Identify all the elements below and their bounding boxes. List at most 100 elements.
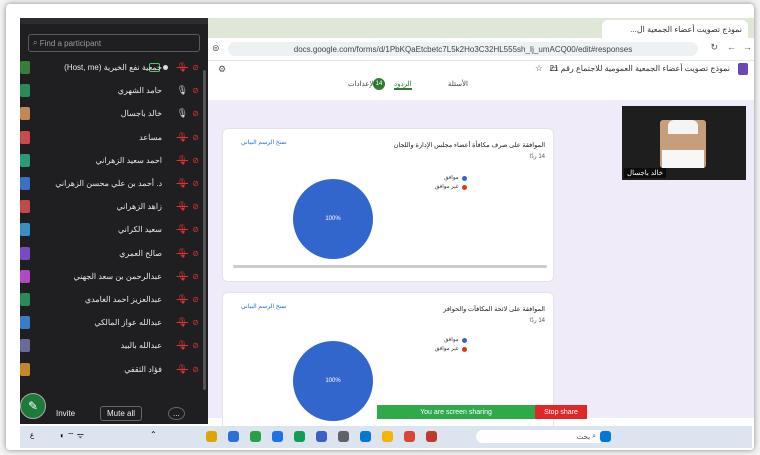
tab-responses[interactable]: الردود <box>394 80 412 90</box>
legend-dot <box>461 175 467 181</box>
folder-icon[interactable] <box>382 431 393 442</box>
card-scrollbar[interactable] <box>233 265 547 268</box>
site-info-icon[interactable]: ⊜ <box>212 43 220 54</box>
camera-off-icon[interactable]: ⊘ <box>192 341 199 350</box>
participant-row[interactable]: زاهد الزهراني 🎙 ⊘ <box>20 195 208 218</box>
mic-muted-icon[interactable]: 🎙 <box>177 364 188 375</box>
back-arrow-icon[interactable]: ← <box>727 42 736 52</box>
annotate-pencil-icon[interactable]: ✎ <box>20 393 46 419</box>
share-status-text: You are screen sharing <box>420 408 492 416</box>
app-icon[interactable] <box>272 431 283 442</box>
camera-off-icon[interactable]: ⊘ <box>192 272 199 281</box>
mic-muted-icon[interactable]: 🎙 <box>177 224 188 235</box>
camera-off-icon[interactable]: ⊘ <box>192 295 199 304</box>
chrome-icon[interactable] <box>404 431 415 442</box>
star-icon[interactable]: ☆ <box>535 63 543 74</box>
legend-label: موافق <box>444 337 459 343</box>
mic-muted-icon[interactable]: 🎙 <box>177 248 188 259</box>
taskbar: ع ◐ ⌔ ᯤ ⌃ بحث ⌕ <box>20 426 752 448</box>
mic-muted-icon[interactable]: 🎙 <box>177 340 188 351</box>
app-icon[interactable] <box>360 431 371 442</box>
mic-muted-icon[interactable]: 🎙 <box>177 132 188 143</box>
settings-gear-icon[interactable]: ⚙ <box>218 64 226 75</box>
mic-muted-icon[interactable]: 🎙 <box>177 271 188 282</box>
tab-questions[interactable]: الأسئلة <box>448 80 468 88</box>
camera-off-icon[interactable]: ⊘ <box>192 179 199 188</box>
form-header: ⚙ نموذج تصويت أعضاء الجمعية العمومية للا… <box>208 61 754 79</box>
app-icon[interactable] <box>426 431 437 442</box>
copy-chart-button[interactable]: نسخ الرسم البياني <box>241 303 287 310</box>
participant-row[interactable]: فؤاد الثقفي 🎙 ⊘ <box>20 357 208 380</box>
url-field[interactable]: docs.google.com/forms/d/1PbKQaEtcbetc7L5… <box>228 42 698 56</box>
participant-search-input[interactable]: ⌕ Find a participant <box>28 34 200 52</box>
reload-icon[interactable]: ↻ <box>710 42 718 53</box>
mic-muted-icon[interactable]: 🎙 <box>177 294 188 305</box>
response-count: 14 ردًا <box>529 318 545 324</box>
mic-muted-icon[interactable]: 🎙 <box>177 62 188 73</box>
windows-start-icon[interactable] <box>600 431 611 442</box>
mic-muted-icon[interactable]: 🎙 <box>177 317 188 328</box>
tab-settings[interactable]: الإعدادات <box>348 80 375 88</box>
camera-off-icon[interactable]: ⊘ <box>192 249 199 258</box>
camera-off-icon[interactable]: ⊘ <box>192 109 199 118</box>
camera-off-icon[interactable]: ⊘ <box>192 365 199 374</box>
participant-row[interactable]: سعيد الكراني 🎙 ⊘ <box>20 218 208 241</box>
settings-icon[interactable] <box>338 431 349 442</box>
participant-row[interactable]: عبدالله بالبيد 🎙 ⊘ <box>20 334 208 357</box>
camera-off-icon[interactable]: ⊘ <box>192 202 199 211</box>
participant-row[interactable]: د. أحمد بن علي محسن الزهراني 🎙 ⊘ <box>20 172 208 195</box>
copy-chart-button[interactable]: نسخ الرسم البياني <box>241 139 287 146</box>
participant-scrollbar[interactable] <box>203 70 206 390</box>
participant-video <box>660 120 706 168</box>
mute-all-button[interactable]: Mute all <box>100 405 143 421</box>
camera-off-icon[interactable]: ⊘ <box>192 318 199 327</box>
language-indicator[interactable]: ع <box>30 431 34 439</box>
video-thumbnail[interactable]: خالد باجسال <box>622 106 746 180</box>
address-bar: ⊜ docs.google.com/forms/d/1PbKQaEtcbetc7… <box>208 38 754 61</box>
avatar <box>20 223 30 237</box>
camera-off-icon[interactable]: ⊘ <box>192 63 199 72</box>
search-placeholder: Find a participant <box>39 38 102 48</box>
participant-name: د. أحمد بن علي محسن الزهراني <box>55 179 162 189</box>
participant-row[interactable]: عبدالرحمن بن سعد الجهني 🎙 ⊘ <box>20 265 208 288</box>
app-icon[interactable] <box>206 431 217 442</box>
app-icon[interactable] <box>316 431 327 442</box>
mic-icon[interactable]: 🎙 <box>177 108 188 119</box>
camera-off-icon[interactable]: ⊘ <box>192 156 199 165</box>
mic-muted-icon[interactable]: 🎙 <box>177 155 188 166</box>
participant-name: عبدالله بالبيد <box>120 341 162 351</box>
participant-row[interactable]: عبدالعزيز احمد الغامدي 🎙 ⊘ <box>20 288 208 311</box>
forward-arrow-icon[interactable]: → <box>743 42 752 52</box>
mic-muted-icon[interactable]: 🎙 <box>177 201 188 212</box>
participant-row[interactable]: حامد الشهري 🎙 ⊘ <box>20 79 208 102</box>
app-icon[interactable] <box>294 431 305 442</box>
legend-item-no: غير موافق <box>435 184 467 190</box>
mic-muted-icon[interactable]: 🎙 <box>177 178 188 189</box>
participant-row[interactable]: صالح العمري 🎙 ⊘ <box>20 242 208 265</box>
participant-row[interactable]: مساعد 🎙 ⊘ <box>20 126 208 149</box>
avatar <box>20 61 30 75</box>
folder-icon[interactable]: ▭ <box>549 63 558 74</box>
stop-share-label: Stop share <box>544 408 578 416</box>
stop-share-button[interactable]: Stop share <box>535 405 587 419</box>
camera-off-icon[interactable]: ⊘ <box>192 133 199 142</box>
more-button[interactable]: ... <box>168 406 185 420</box>
avatar <box>20 339 30 353</box>
participant-row[interactable]: احمد سعيد الزهراني 🎙 ⊘ <box>20 149 208 172</box>
app-icon[interactable] <box>228 431 239 442</box>
camera-off-icon[interactable]: ⊘ <box>192 225 199 234</box>
participant-name: عبدالله عواز المالكي <box>94 318 162 328</box>
whatsapp-icon[interactable] <box>250 431 261 442</box>
invite-button[interactable]: Invite <box>50 407 81 420</box>
browser-tab[interactable]: نموذج تصويت أعضاء الجمعية ال... <box>602 20 748 38</box>
camera-off-icon[interactable]: ⊘ <box>192 86 199 95</box>
participant-row[interactable]: عبدالله عواز المالكي 🎙 ⊘ <box>20 311 208 334</box>
participant-row[interactable]: جمعية نفع الخيرية (Host, me) 🎙 ⊘ <box>20 56 208 79</box>
form-tabs: الأسئلة الردود 14 الإعدادات <box>208 78 754 100</box>
avatar <box>20 362 30 376</box>
system-tray-icon[interactable]: ◐ ⌔ ᯤ <box>60 430 84 441</box>
participant-row[interactable]: خالد باجسال 🎙 ⊘ <box>20 102 208 125</box>
mic-icon[interactable]: 🎙 <box>177 85 188 96</box>
chevron-up-icon[interactable]: ⌃ <box>150 430 157 439</box>
taskbar-search-input[interactable]: بحث ⌕ <box>476 430 606 443</box>
